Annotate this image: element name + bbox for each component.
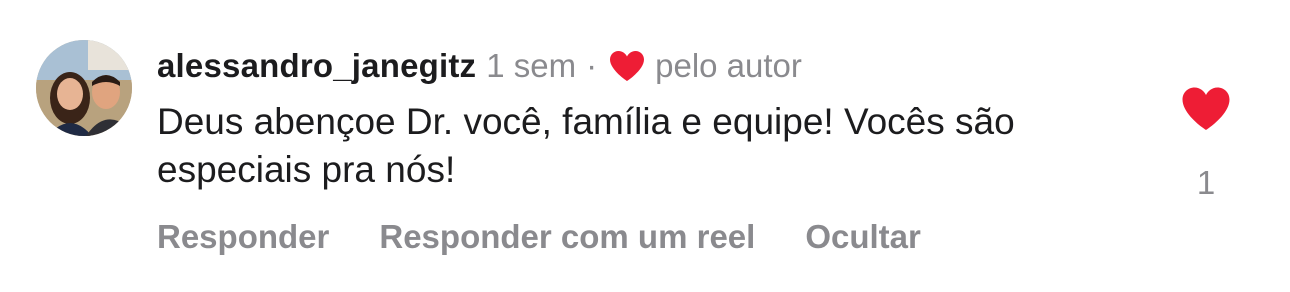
comment-item: alessandro_janegitz 1 sem · pelo autor D… [0, 0, 1290, 292]
avatar-photo [36, 40, 132, 136]
separator-dot: · [586, 47, 598, 84]
username-link[interactable]: alessandro_janegitz [157, 47, 476, 85]
comment-meta: alessandro_janegitz 1 sem · pelo autor [157, 44, 1117, 88]
liked-by-author-label: pelo autor [655, 47, 802, 84]
hide-button[interactable]: Ocultar [805, 218, 921, 256]
reply-with-reel-button[interactable]: Responder com um reel [379, 218, 755, 256]
avatar[interactable] [36, 40, 132, 136]
comment-actions: Responder Responder com um reel Ocultar [157, 218, 971, 256]
timestamp: 1 sem [486, 47, 577, 84]
comment-body: alessandro_janegitz 1 sem · pelo autor D… [157, 44, 1117, 194]
heart-icon [609, 50, 645, 82]
reply-button[interactable]: Responder [157, 218, 329, 256]
like-button[interactable] [1181, 86, 1231, 132]
heart-icon [1182, 87, 1230, 130]
comment-text: Deus abençoe Dr. você, família e equipe!… [157, 101, 1015, 190]
like-count: 1 [1196, 164, 1216, 201]
